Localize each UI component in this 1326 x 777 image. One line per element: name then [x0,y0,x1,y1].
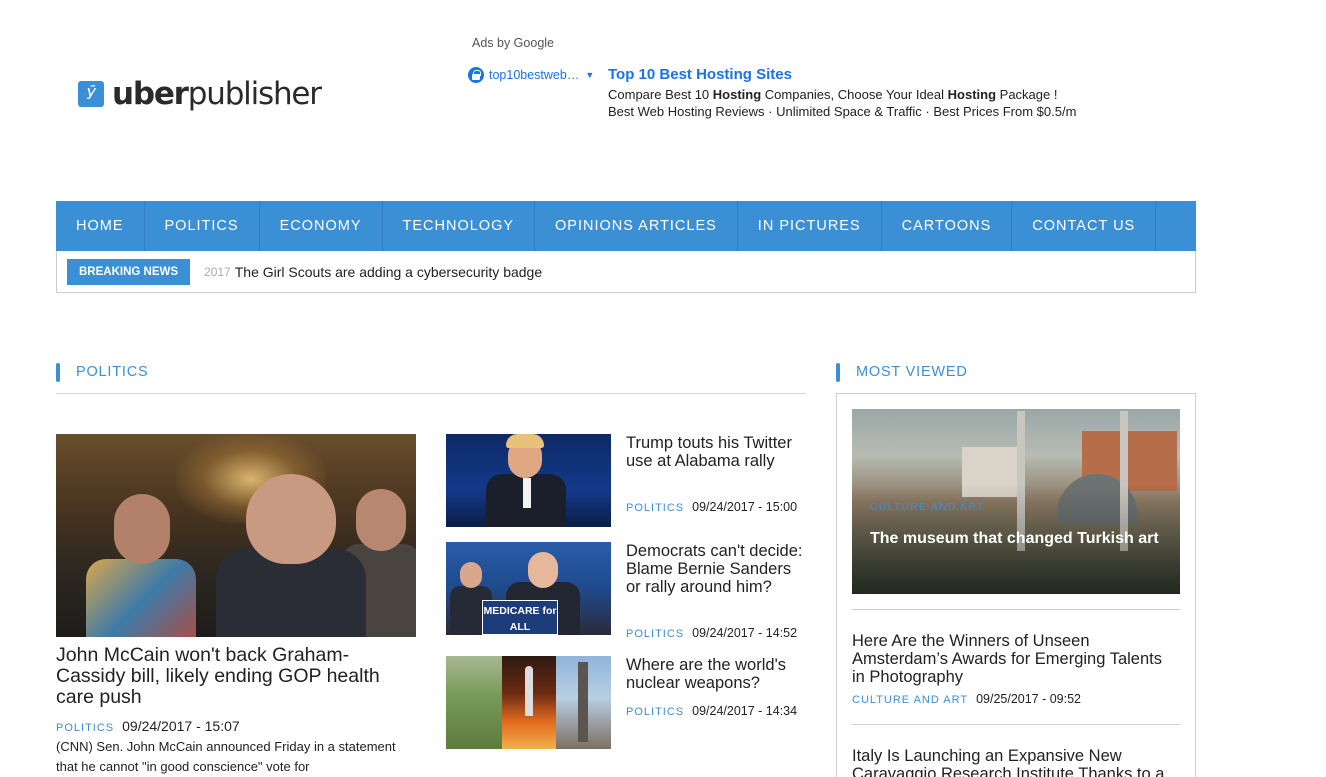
logo-wordmark: uberpublisher [112,76,322,112]
most-viewed-title: MOST VIEWED [856,364,968,380]
politics-section-header: POLITICS [56,356,806,388]
most-viewed-feature[interactable]: CULTURE AND ART The museum that changed … [852,409,1180,594]
article-date: 09/25/2017 - 09:52 [976,692,1082,706]
ad-desc-line-1: Compare Best 10 Hosting Companies, Choos… [608,87,1058,102]
lock-icon [468,67,484,83]
article-title[interactable]: Where are the world's nuclear weapons? [626,656,806,692]
ad-domain-link[interactable]: top10bestweb… ▼ [468,66,608,84]
article-title[interactable]: Trump touts his Twitter use at Alabama r… [626,434,806,470]
main-nav: HOME POLITICS ECONOMY TECHNOLOGY OPINION… [56,201,1196,251]
section-divider [56,393,806,394]
site-logo[interactable]: Ӯ uberpublisher [78,76,322,112]
feature-title[interactable]: The museum that changed Turkish art [870,529,1170,549]
list-item: Where are the world's nuclear weapons? P… [446,656,806,756]
main-article-meta: POLITICS 09/24/2017 - 15:07 [56,718,240,734]
article-thumbnail[interactable]: MEDICARE for ALL [446,542,611,635]
breaking-news-badge: BREAKING NEWS [67,258,191,285]
main-article-title[interactable]: John McCain won't back Graham-Cassidy bi… [56,645,406,708]
article-thumbnail[interactable] [446,434,611,527]
nav-technology[interactable]: TECHNOLOGY [383,201,536,251]
article-meta: POLITICS 09/24/2017 - 15:00 [626,500,797,514]
ad-desc-line-2: Best Web Hosting Reviews · Unlimited Spa… [608,104,1077,119]
breaking-news-year: 2017 [204,264,231,279]
nav-politics[interactable]: POLITICS [145,201,260,251]
article-date: 09/24/2017 - 14:52 [692,626,798,640]
google-ad: Ads by Google top10bestweb… ▼ Top 10 Bes… [468,36,1088,120]
article-date: 09/24/2017 - 14:34 [692,704,798,718]
most-viewed-item-title[interactable]: Here Are the Winners of Unseen Amsterdam… [852,632,1177,686]
article-category[interactable]: CULTURE AND ART [852,694,968,706]
nav-home[interactable]: HOME [56,201,145,251]
nav-cartoons[interactable]: CARTOONS [882,201,1013,251]
article-title[interactable]: Democrats can't decide: Blame Bernie San… [626,542,806,596]
breaking-news-bar: BREAKING NEWS 2017 The Girl Scouts are a… [56,251,1196,293]
list-item: Trump touts his Twitter use at Alabama r… [446,434,806,534]
ad-domain-text: top10bestweb… [489,68,580,82]
caret-down-icon[interactable]: ▼ [585,70,594,80]
politics-section-title[interactable]: POLITICS [76,364,148,380]
article-date: 09/24/2017 - 15:07 [122,718,240,734]
breaking-news-link[interactable]: The Girl Scouts are adding a cybersecuri… [235,264,542,280]
article-category[interactable]: POLITICS [56,722,114,734]
article-date: 09/24/2017 - 15:00 [692,500,798,514]
most-viewed-header: MOST VIEWED [836,356,1196,388]
most-viewed-item-meta: CULTURE AND ART 09/25/2017 - 09:52 [852,692,1081,706]
ad-label: Ads by Google [472,36,554,50]
article-category[interactable]: POLITICS [626,628,684,640]
medicare-sign: MEDICARE for ALL [482,600,558,635]
ad-title-link[interactable]: Top 10 Best Hosting Sites [608,66,1076,84]
most-viewed-item-title[interactable]: Italy Is Launching an Expansive New Cara… [852,747,1177,777]
nav-in-pictures[interactable]: IN PICTURES [738,201,882,251]
main-article-image[interactable] [56,434,416,637]
ad-description: Compare Best 10 Hosting Companies, Choos… [608,86,1076,120]
feature-category[interactable]: CULTURE AND ART [870,501,984,513]
article-category[interactable]: POLITICS [626,706,684,718]
divider [852,609,1180,610]
main-article-excerpt: (CNN) Sen. John McCain announced Friday … [56,739,396,774]
article-meta: POLITICS 09/24/2017 - 14:34 [626,704,797,718]
list-item: MEDICARE for ALL Democrats can't decide:… [446,542,806,642]
article-category[interactable]: POLITICS [626,502,684,514]
section-accent-bar [836,362,840,382]
article-meta: POLITICS 09/24/2017 - 14:52 [626,626,797,640]
section-accent-bar [56,362,60,382]
nav-contact-us[interactable]: CONTACT US [1012,201,1157,251]
logo-mark-icon: Ӯ [78,81,104,107]
nav-opinions-articles[interactable]: OPINIONS ARTICLES [535,201,738,251]
divider [852,724,1180,725]
nav-economy[interactable]: ECONOMY [260,201,383,251]
article-thumbnail[interactable] [446,656,611,749]
